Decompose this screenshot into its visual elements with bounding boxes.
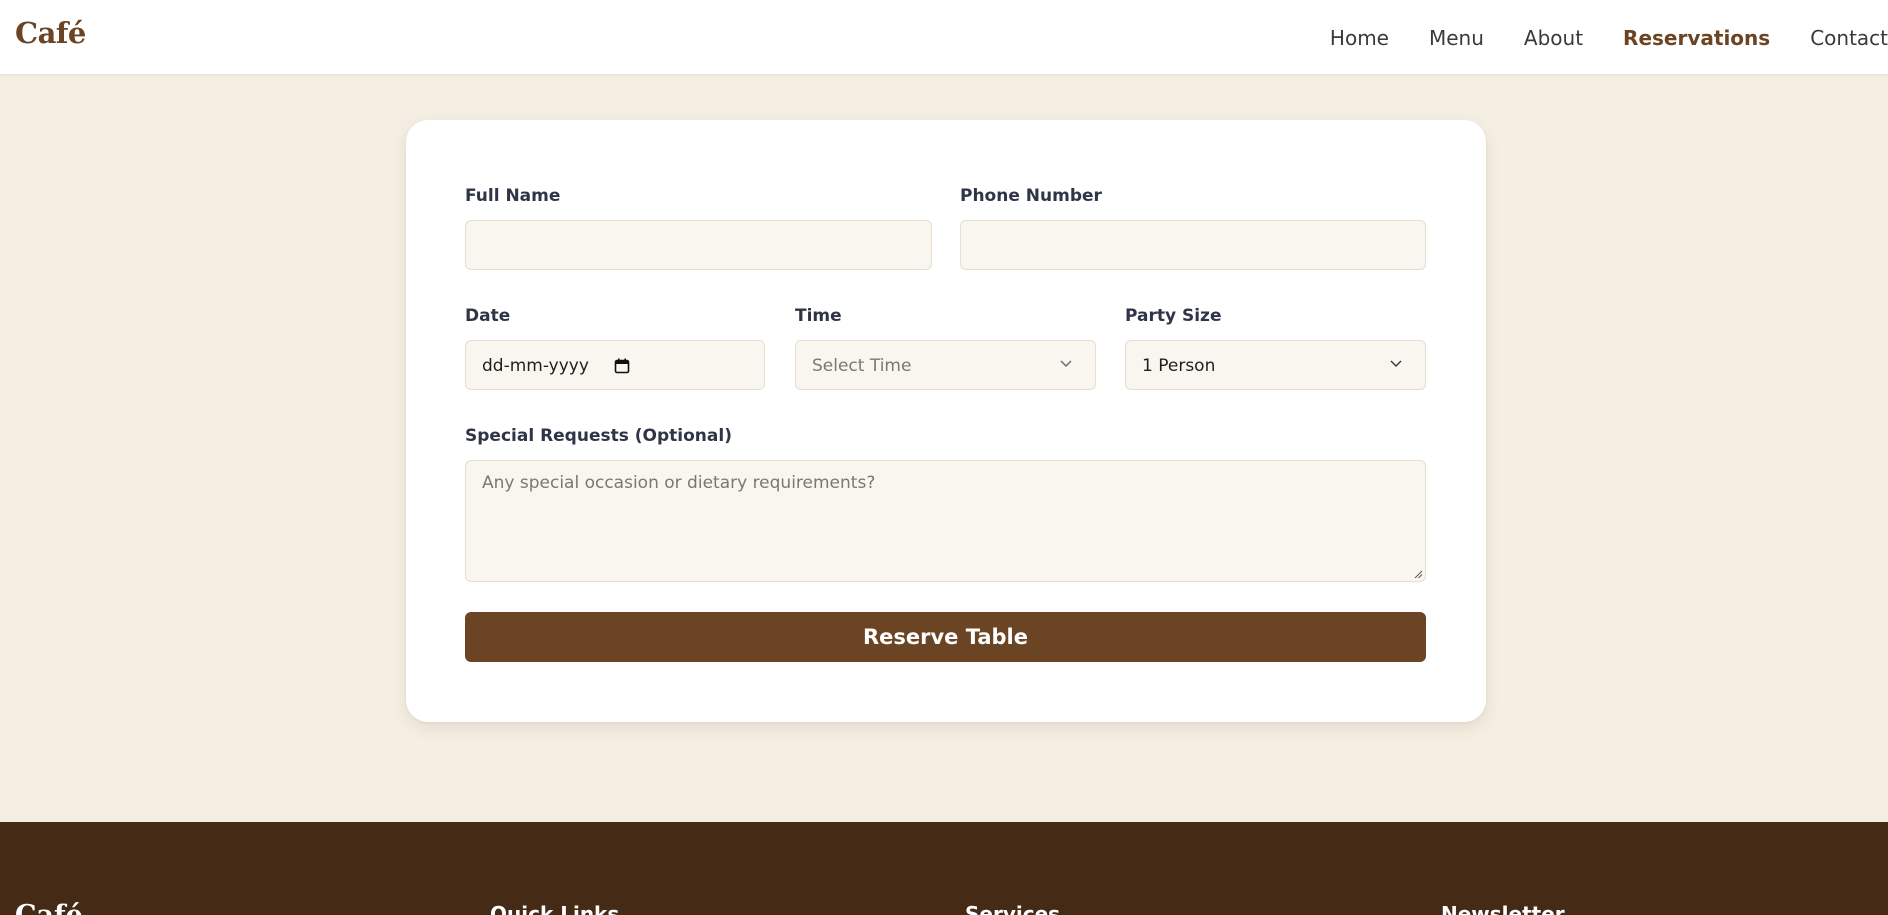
footer-heading-services: Services bbox=[965, 902, 1061, 915]
date-label: Date bbox=[465, 306, 511, 326]
nav-about[interactable]: About bbox=[1524, 26, 1583, 50]
date-value: dd-mm-yyyy bbox=[482, 356, 589, 376]
site-footer: Café Quick Links Services Newsletter bbox=[0, 822, 1888, 915]
calendar-icon[interactable] bbox=[614, 358, 630, 374]
nav-home[interactable]: Home bbox=[1330, 26, 1389, 50]
resize-grip-icon[interactable] bbox=[1413, 569, 1423, 579]
footer-heading-quick-links: Quick Links bbox=[490, 902, 620, 915]
nav-contact[interactable]: Contact bbox=[1810, 26, 1888, 50]
full-name-input[interactable] bbox=[465, 220, 932, 270]
footer-logo: Café bbox=[15, 900, 83, 915]
time-select[interactable]: Select Time bbox=[795, 340, 1096, 390]
nav-menu[interactable]: Menu bbox=[1429, 26, 1484, 50]
footer-heading-newsletter: Newsletter bbox=[1441, 902, 1565, 915]
time-placeholder: Select Time bbox=[812, 356, 912, 376]
special-requests-textarea[interactable]: Any special occasion or dietary requirem… bbox=[465, 460, 1426, 582]
reserve-table-button[interactable]: Reserve Table bbox=[465, 612, 1426, 662]
date-input[interactable]: dd-mm-yyyy bbox=[465, 340, 765, 390]
party-size-select[interactable]: 1 Person bbox=[1125, 340, 1426, 390]
special-requests-label: Special Requests (Optional) bbox=[465, 426, 732, 446]
site-header: Café Home Menu About Reservations Contac… bbox=[0, 0, 1888, 75]
main-nav: Home Menu About Reservations Contact bbox=[1330, 0, 1888, 75]
reservation-form-card: Full Name Phone Number Date dd-mm-yyyy T… bbox=[406, 120, 1486, 722]
nav-reservations[interactable]: Reservations bbox=[1623, 26, 1770, 50]
time-label: Time bbox=[795, 306, 842, 326]
party-size-label: Party Size bbox=[1125, 306, 1222, 326]
phone-number-label: Phone Number bbox=[960, 186, 1102, 206]
party-size-value: 1 Person bbox=[1142, 356, 1216, 376]
chevron-down-icon bbox=[1390, 360, 1402, 368]
special-requests-placeholder: Any special occasion or dietary requirem… bbox=[482, 473, 876, 493]
site-logo[interactable]: Café bbox=[15, 16, 86, 50]
phone-number-input[interactable] bbox=[960, 220, 1426, 270]
full-name-label: Full Name bbox=[465, 186, 561, 206]
chevron-down-icon bbox=[1060, 360, 1072, 368]
